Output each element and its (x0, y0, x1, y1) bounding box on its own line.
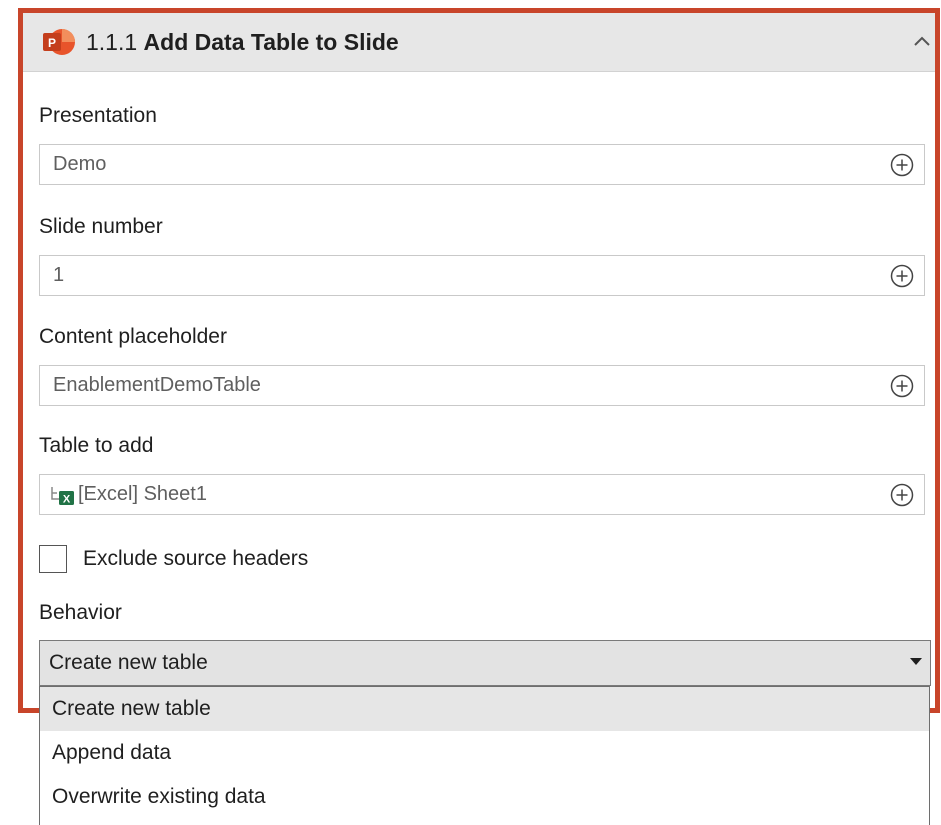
action-number: 1.1.1 (86, 29, 138, 55)
presentation-value: Demo (53, 153, 107, 175)
add-variable-icon[interactable] (890, 483, 914, 507)
add-variable-icon[interactable] (890, 264, 914, 288)
presentation-label: Presentation (39, 104, 157, 127)
slide-number-label: Slide number (39, 215, 163, 238)
action-name: Add Data Table to Slide (143, 29, 399, 55)
add-variable-icon[interactable] (890, 374, 914, 398)
caret-down-icon[interactable] (910, 658, 922, 666)
behavior-dropdown-list: Create new table Append data Overwrite e… (39, 686, 930, 825)
behavior-selected-value: Create new table (49, 651, 208, 674)
option-overwrite-existing-data[interactable]: Overwrite existing data (40, 775, 929, 819)
exclude-headers-checkbox[interactable] (39, 545, 67, 573)
svg-text:X: X (63, 494, 71, 506)
excel-table-icon: X (51, 487, 74, 506)
option-append-data[interactable]: Append data (40, 731, 929, 775)
presentation-field[interactable]: Demo (39, 144, 925, 185)
add-variable-icon[interactable] (890, 153, 914, 177)
table-to-add-value: [Excel] Sheet1 (78, 483, 207, 505)
svg-text:P: P (48, 36, 56, 50)
action-title: 1.1.1 Add Data Table to Slide (86, 27, 399, 57)
option-create-new-table[interactable]: Create new table (40, 687, 929, 731)
exclude-headers-label[interactable]: Exclude source headers (83, 546, 308, 572)
slide-number-field[interactable]: 1 (39, 255, 925, 296)
chevron-up-icon[interactable] (909, 29, 935, 55)
slide-number-value: 1 (53, 264, 65, 286)
behavior-label: Behavior (39, 601, 122, 624)
content-placeholder-label: Content placeholder (39, 325, 227, 348)
table-to-add-field[interactable]: X [Excel] Sheet1 (39, 474, 925, 515)
behavior-select[interactable]: Create new table (39, 640, 931, 686)
action-properties-panel: P 1.1.1 Add Data Table to Slide Presenta… (0, 0, 941, 825)
card-header[interactable]: P 1.1.1 Add Data Table to Slide (23, 13, 935, 72)
action-card: P 1.1.1 Add Data Table to Slide Presenta… (18, 8, 940, 713)
table-to-add-label: Table to add (39, 434, 154, 457)
content-placeholder-value: EnablementDemoTable (53, 374, 261, 396)
content-placeholder-field[interactable]: EnablementDemoTable (39, 365, 925, 406)
powerpoint-icon: P (43, 29, 75, 55)
